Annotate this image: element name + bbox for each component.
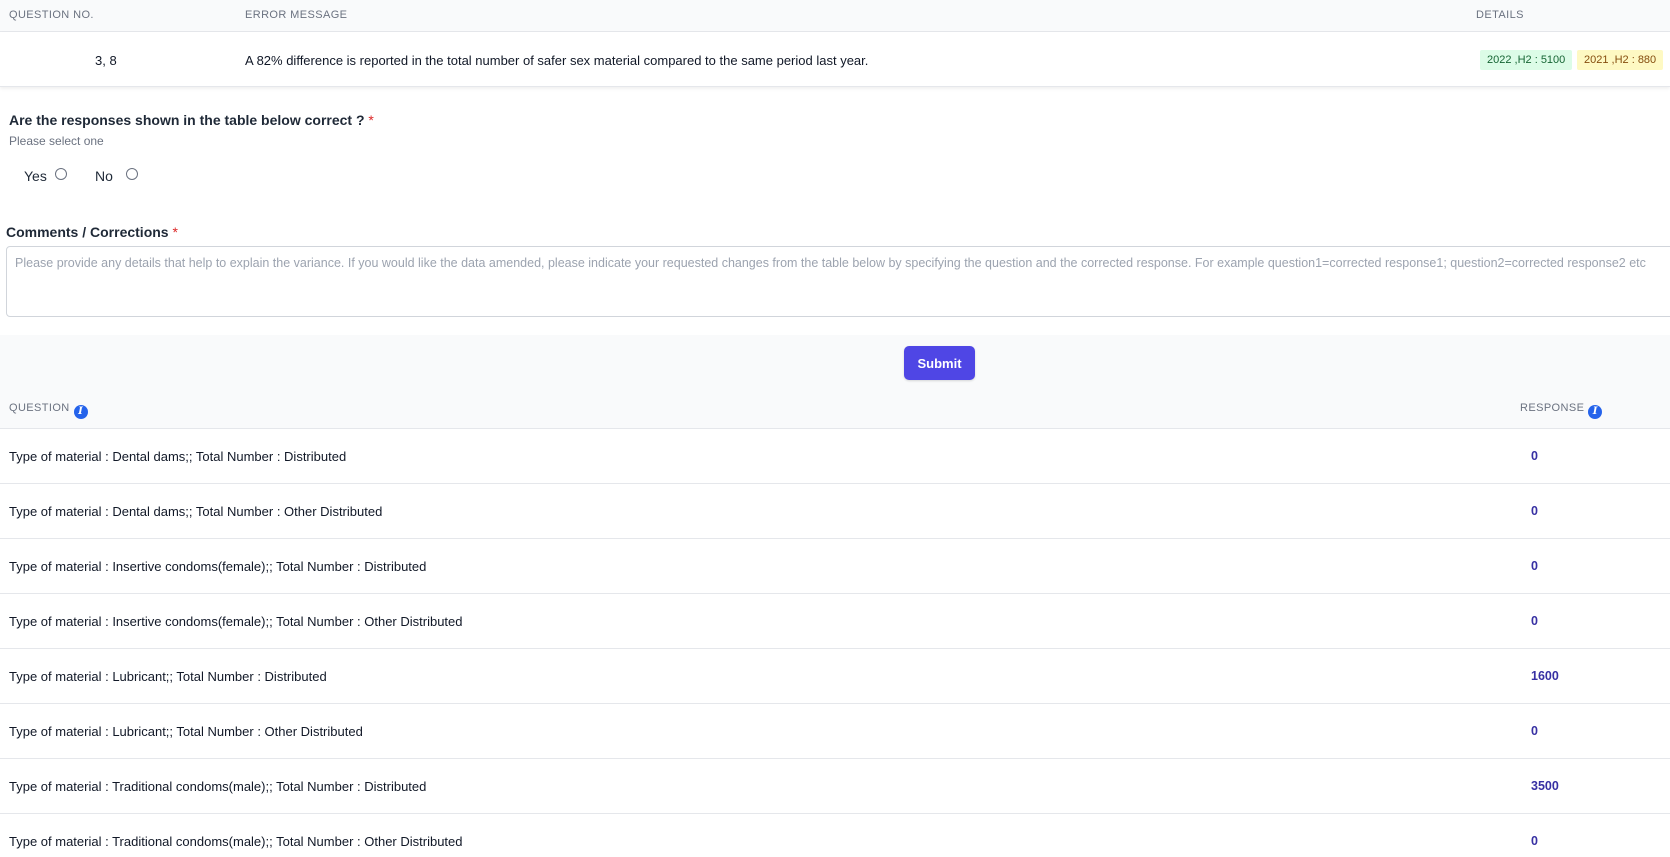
yes-label: Yes: [24, 168, 47, 184]
table-row: Type of material : Traditional condoms(m…: [0, 759, 1670, 814]
responses-table: QUESTION i RESPONSE i Type of material : D…: [0, 391, 1670, 857]
info-icon[interactable]: i: [73, 405, 88, 419]
row-question: Type of material : Insertive condoms(fem…: [9, 614, 463, 629]
header-details: DETAILS: [1476, 9, 1524, 21]
error-row: 3, 8 A 82% difference is reported in the…: [0, 32, 1670, 87]
table-row: Type of material : Insertive condoms(fem…: [0, 539, 1670, 594]
submit-button[interactable]: Submit: [904, 346, 975, 380]
table-row: Type of material : Dental dams;; Total N…: [0, 484, 1670, 539]
required-mark: *: [172, 224, 178, 240]
no-radio[interactable]: [126, 168, 138, 180]
row-response: 0: [1531, 559, 1538, 573]
row-response: 0: [1531, 504, 1538, 518]
header-response: RESPONSE i: [1520, 402, 1603, 419]
previous-period-badge: 2021 ,H2 : 880: [1577, 50, 1664, 70]
table-row: Type of material : Traditional condoms(m…: [0, 814, 1670, 857]
comments-label: Comments / Corrections *: [6, 224, 178, 240]
row-question: Type of material : Insertive condoms(fem…: [9, 559, 427, 574]
header-question: QUESTION i: [9, 402, 88, 419]
responses-table-header: QUESTION i RESPONSE i: [0, 391, 1670, 429]
header-question-label: QUESTION: [9, 402, 70, 414]
row-question: Type of material : Lubricant;; Total Num…: [9, 724, 363, 739]
select-hint: Please select one: [9, 134, 104, 148]
info-icon[interactable]: i: [1588, 405, 1603, 419]
question-numbers: 3, 8: [95, 53, 117, 68]
yes-radio[interactable]: [55, 168, 67, 180]
responses-table-body: Type of material : Dental dams;; Total N…: [0, 429, 1670, 857]
header-error-message: ERROR MESSAGE: [245, 9, 348, 21]
header-question-no: QUESTION NO.: [9, 9, 94, 21]
row-response: 0: [1531, 724, 1538, 738]
question-text: Are the responses shown in the table bel…: [9, 112, 365, 128]
row-question: Type of material : Dental dams;; Total N…: [9, 449, 347, 464]
submit-bar: [0, 335, 1670, 391]
error-message: A 82% difference is reported in the tota…: [245, 53, 869, 68]
row-question: Type of material : Lubricant;; Total Num…: [9, 669, 327, 684]
error-table-header: QUESTION NO. ERROR MESSAGE DETAILS: [0, 0, 1670, 32]
header-response-label: RESPONSE: [1520, 402, 1585, 414]
row-question: Type of material : Dental dams;; Total N…: [9, 504, 383, 519]
table-row: Type of material : Dental dams;; Total N…: [0, 429, 1670, 484]
current-period-badge: 2022 ,H2 : 5100: [1480, 50, 1573, 70]
row-response: 0: [1531, 834, 1538, 848]
no-label: No: [95, 168, 113, 184]
error-table: QUESTION NO. ERROR MESSAGE DETAILS 3, 8 …: [0, 0, 1670, 87]
comments-label-text: Comments / Corrections: [6, 224, 169, 240]
table-row: Type of material : Lubricant;; Total Num…: [0, 704, 1670, 759]
row-response: 1600: [1531, 669, 1559, 683]
row-question: Type of material : Traditional condoms(m…: [9, 779, 427, 794]
row-response: 0: [1531, 614, 1538, 628]
table-row: Type of material : Lubricant;; Total Num…: [0, 649, 1670, 704]
confirmation-question: Are the responses shown in the table bel…: [9, 112, 374, 128]
required-mark: *: [368, 112, 374, 128]
row-response: 0: [1531, 449, 1538, 463]
row-response: 3500: [1531, 779, 1559, 793]
table-row: Type of material : Insertive condoms(fem…: [0, 594, 1670, 649]
row-question: Type of material : Traditional condoms(m…: [9, 834, 463, 849]
comments-textarea[interactable]: [6, 246, 1670, 317]
